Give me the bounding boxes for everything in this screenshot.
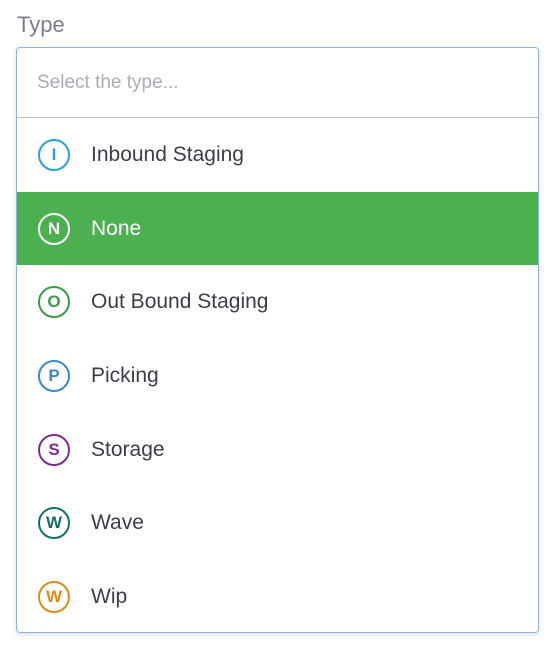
- option-wip[interactable]: W Wip: [17, 560, 538, 632]
- type-dropdown[interactable]: I Inbound Staging N None O Out Bound Sta…: [16, 47, 539, 633]
- option-picking[interactable]: P Picking: [17, 339, 538, 413]
- option-label: Wave: [91, 511, 144, 535]
- field-label: Type: [17, 12, 65, 37]
- option-label: Inbound Staging: [91, 142, 244, 166]
- option-inbound-staging[interactable]: I Inbound Staging: [17, 118, 538, 192]
- option-none[interactable]: N None: [17, 191, 538, 266]
- wip-letter-icon: W: [38, 580, 70, 613]
- none-letter-icon: N: [38, 212, 70, 245]
- option-label: Storage: [91, 437, 165, 461]
- option-label: Wip: [91, 584, 128, 608]
- option-label: Out Bound Staging: [91, 290, 269, 314]
- option-out-bound-staging[interactable]: O Out Bound Staging: [17, 265, 538, 339]
- search-row: [17, 48, 538, 118]
- option-label: Picking: [91, 363, 159, 387]
- storage-letter-icon: S: [38, 433, 70, 466]
- option-storage[interactable]: S Storage: [17, 413, 538, 487]
- option-wave[interactable]: W Wave: [17, 486, 538, 560]
- search-input[interactable]: [35, 70, 519, 95]
- picking-letter-icon: P: [38, 359, 70, 392]
- out-bound-staging-letter-icon: O: [38, 286, 70, 319]
- inbound-staging-letter-icon: I: [38, 138, 70, 171]
- wave-letter-icon: W: [38, 507, 70, 540]
- option-label: None: [91, 216, 142, 240]
